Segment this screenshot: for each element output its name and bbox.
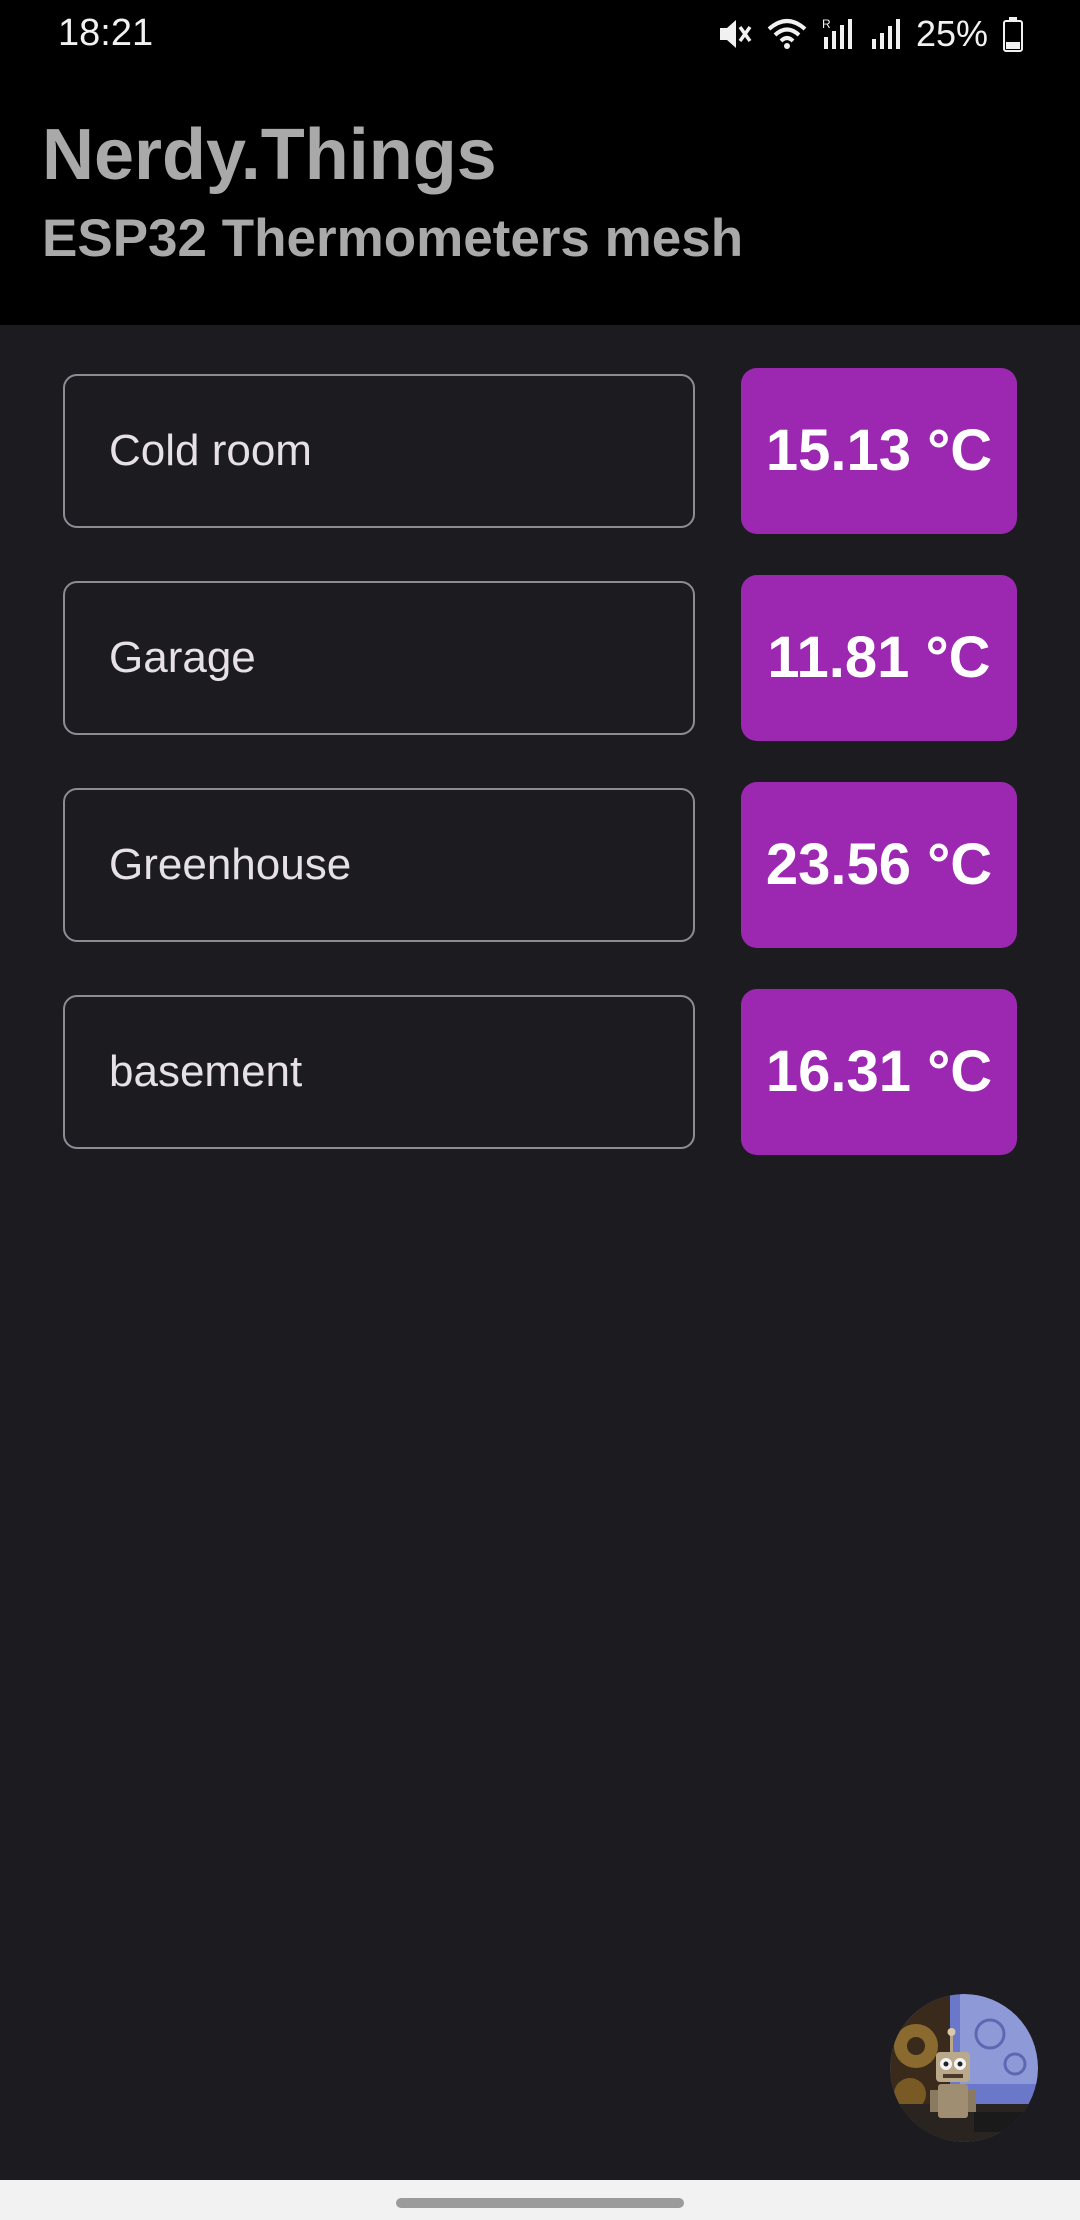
battery-percent: 25% [915, 13, 988, 54]
sensor-name: Greenhouse [109, 840, 352, 889]
sensor-name: Garage [109, 633, 256, 682]
sensor-name-field[interactable]: basement [63, 995, 695, 1149]
status-icons: R 25% [716, 10, 1024, 58]
sensor-row: Garage 11.81 °C [0, 532, 1080, 741]
robot-avatar-icon[interactable] [890, 1994, 1038, 2142]
wifi-icon [766, 17, 808, 51]
temperature-badge: 16.31 °C [741, 989, 1017, 1155]
status-bar: 18:21 R 25% [0, 0, 1080, 70]
app-header: Nerdy.Things ESP32 Thermometers mesh [0, 70, 1080, 325]
home-gesture-handle[interactable] [396, 2198, 684, 2208]
cell-signal-r-icon: R [822, 17, 856, 51]
sensor-row: basement 16.31 °C [0, 946, 1080, 1155]
sensor-name: Cold room [109, 426, 312, 475]
mute-icon [716, 17, 752, 51]
app-title: Nerdy.Things [42, 115, 497, 195]
status-time: 18:21 [58, 12, 154, 54]
sensor-row: Cold room 15.13 °C [0, 325, 1080, 534]
svg-text:R: R [822, 17, 831, 31]
sensor-name-field[interactable]: Cold room [63, 374, 695, 528]
app-subtitle: ESP32 Thermometers mesh [42, 209, 744, 268]
sensor-name-field[interactable]: Greenhouse [63, 788, 695, 942]
sensor-row: Greenhouse 23.56 °C [0, 739, 1080, 948]
navigation-bar [0, 2180, 1080, 2220]
battery-icon [1002, 16, 1024, 52]
sensor-name: basement [109, 1047, 303, 1096]
sensor-name-field[interactable]: Garage [63, 581, 695, 735]
cell-signal-icon [870, 17, 902, 51]
temperature-badge: 15.13 °C [741, 368, 1017, 534]
temperature-badge: 11.81 °C [741, 575, 1017, 741]
temperature-badge: 23.56 °C [741, 782, 1017, 948]
